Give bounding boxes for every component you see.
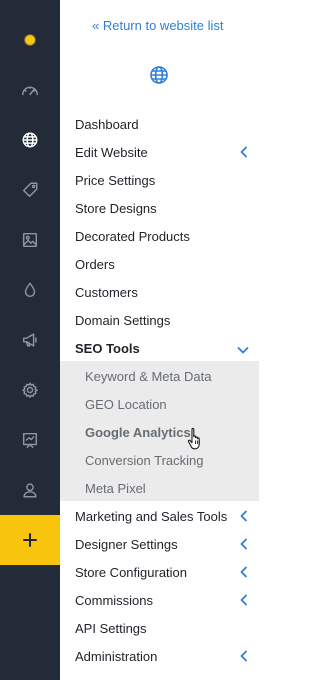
globe-icon[interactable] — [149, 65, 169, 85]
menu-item-label: Domain Settings — [75, 312, 171, 328]
submenu-item-label: Google Analytics — [85, 424, 191, 440]
chevron-left-icon — [239, 566, 249, 578]
user-icon[interactable] — [0, 465, 60, 515]
menu-item-label: API Settings — [75, 620, 147, 636]
menu-item-label: Customers — [75, 284, 138, 300]
chevron-left-icon — [239, 146, 249, 158]
navigation-panel: « Return to website list Dashboard Edit … — [60, 0, 259, 680]
menu-item-label: Commissions — [75, 592, 154, 608]
menu-item-customers[interactable]: Customers — [60, 278, 259, 306]
return-to-website-list-link[interactable]: « Return to website list — [92, 18, 224, 33]
menu-item-administration[interactable]: Administration — [60, 642, 259, 670]
submenu-item-conversion-tracking[interactable]: Conversion Tracking — [60, 446, 259, 474]
chevron-left-icon — [239, 538, 249, 550]
dashboard-gauge-icon[interactable] — [0, 65, 60, 115]
menu-item-store-designs[interactable]: Store Designs — [60, 194, 259, 222]
menu-item-domain-settings[interactable]: Domain Settings — [60, 306, 259, 334]
chevron-down-icon — [237, 343, 249, 354]
menu-item-label: Dashboard — [75, 116, 139, 132]
settings-gear-icon[interactable] — [0, 365, 60, 415]
chevron-left-icon — [239, 510, 249, 522]
menu-item-designer-settings[interactable]: Designer Settings — [60, 530, 259, 558]
menu-item-label: Edit Website — [75, 144, 148, 160]
submenu-item-google-analytics[interactable]: Google Analytics — [60, 418, 259, 446]
menu-item-label: SEO Tools — [75, 340, 140, 356]
menu-item-label: Store Configuration — [75, 564, 188, 580]
submenu-item-keyword-meta-data[interactable]: Keyword & Meta Data — [60, 362, 259, 390]
submenu-item-label: Keyword & Meta Data — [85, 368, 212, 384]
price-tag-icon[interactable] — [0, 165, 60, 215]
menu-item-label: Store Designs — [75, 200, 157, 216]
menu-item-decorated-products[interactable]: Decorated Products — [60, 222, 259, 250]
menu-item-edit-website[interactable]: Edit Website — [60, 138, 259, 166]
menu-item-label: Administration — [75, 648, 158, 664]
menu-item-label: Marketing and Sales Tools — [75, 508, 228, 524]
menu-item-label: Designer Settings — [75, 536, 178, 552]
image-icon[interactable] — [0, 215, 60, 265]
submenu-item-label: GEO Location — [85, 396, 167, 412]
submenu-item-geo-location[interactable]: GEO Location — [60, 390, 259, 418]
menu-item-price-settings[interactable]: Price Settings — [60, 166, 259, 194]
icon-rail — [0, 0, 60, 680]
seo-tools-submenu: Keyword & Meta Data GEO Location Google … — [60, 361, 259, 501]
website-globe-icon[interactable] — [0, 115, 60, 165]
menu-item-commissions[interactable]: Commissions — [60, 586, 259, 614]
menu-item-dashboard[interactable]: Dashboard — [60, 110, 259, 138]
menu-item-api-settings[interactable]: API Settings — [60, 614, 259, 642]
hand-pointer-cursor-icon — [187, 427, 200, 450]
menu-item-store-configuration[interactable]: Store Configuration — [60, 558, 259, 586]
menu-item-orders[interactable]: Orders — [60, 250, 259, 278]
submenu-item-label: Conversion Tracking — [85, 452, 204, 468]
menu-item-label: Decorated Products — [75, 228, 190, 244]
plus-icon — [23, 533, 37, 547]
status-indicator — [24, 34, 36, 46]
presentation-icon[interactable] — [0, 415, 60, 465]
menu-item-seo-tools[interactable]: SEO Tools — [60, 334, 259, 362]
megaphone-icon[interactable] — [0, 315, 60, 365]
chevron-left-icon — [239, 650, 249, 662]
menu-item-label: Price Settings — [75, 172, 156, 188]
status-dot-icon[interactable] — [0, 15, 60, 65]
color-drop-icon[interactable] — [0, 265, 60, 315]
menu-item-marketing-and-sales-tools[interactable]: Marketing and Sales Tools — [60, 502, 259, 530]
add-button[interactable] — [0, 515, 60, 565]
submenu-item-label: Meta Pixel — [85, 480, 146, 496]
chevron-left-icon — [239, 594, 249, 606]
submenu-item-meta-pixel[interactable]: Meta Pixel — [60, 474, 259, 502]
menu-item-label: Orders — [75, 256, 115, 272]
